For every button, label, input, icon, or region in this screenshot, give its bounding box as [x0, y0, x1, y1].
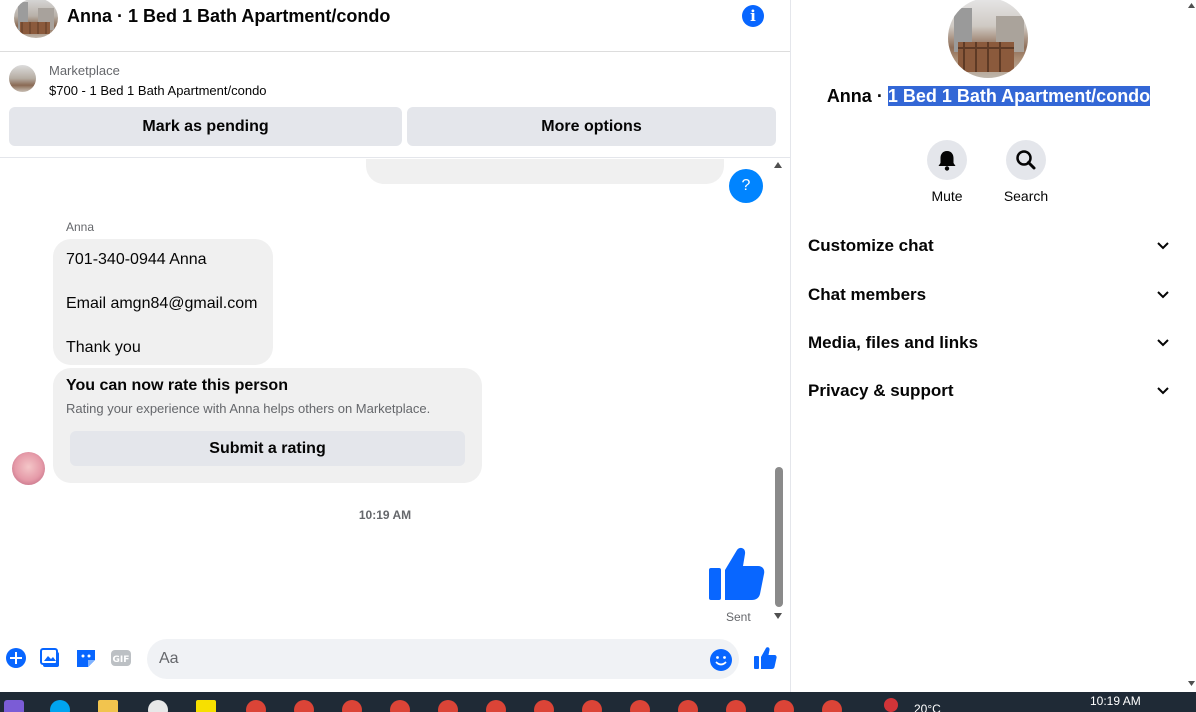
search-icon[interactable] — [1006, 140, 1046, 180]
plus-circle-icon[interactable] — [5, 647, 27, 669]
temperature-readout[interactable]: 20°C — [914, 702, 941, 712]
section-customize-chat[interactable]: Customize chat — [808, 236, 1170, 266]
message-line: Thank you — [66, 339, 141, 356]
info-scrollbar[interactable] — [1186, 0, 1196, 692]
chrome-icon[interactable] — [726, 700, 746, 712]
composer-bar: GIF — [0, 628, 790, 692]
contact-avatar[interactable] — [14, 0, 58, 38]
chrome-icon[interactable] — [822, 700, 842, 712]
scrollbar-thumb[interactable] — [775, 467, 783, 607]
section-privacy-support[interactable]: Privacy & support — [808, 381, 1170, 411]
weather-alert-icon[interactable] — [884, 698, 898, 712]
photo-icon[interactable] — [40, 647, 62, 669]
chat-pane: Anna · 1 Bed 1 Bath Apartment/condo i Ma… — [0, 0, 790, 692]
search-label: Search — [1003, 188, 1049, 204]
chrome-icon[interactable] — [630, 700, 650, 712]
chrome-icon[interactable] — [678, 700, 698, 712]
profile-name-selected[interactable]: 1 Bed 1 Bath Apartment/condo — [887, 86, 1151, 106]
message-line: Email amgn84@gmail.com — [66, 295, 258, 312]
chevron-down-icon — [1157, 242, 1169, 250]
profile-name: Anna · 1 Bed 1 Bath Apartment/condo — [791, 86, 1186, 107]
gif-icon[interactable]: GIF — [110, 647, 132, 669]
mute-action[interactable]: Mute — [917, 140, 977, 204]
more-options-button[interactable]: More options — [407, 107, 776, 146]
info-icon[interactable]: i — [742, 5, 764, 27]
chrome-icon[interactable] — [486, 700, 506, 712]
profile-name-prefix: Anna · — [826, 86, 888, 106]
chrome-icon[interactable] — [246, 700, 266, 712]
message-input[interactable] — [147, 639, 739, 679]
chrome-icon[interactable] — [342, 700, 362, 712]
section-label: Privacy & support — [808, 381, 954, 400]
scroll-down-arrow-icon[interactable] — [774, 613, 782, 619]
chevron-down-icon — [1157, 291, 1169, 299]
chevron-down-icon — [1157, 387, 1169, 395]
submit-rating-button[interactable]: Submit a rating — [70, 431, 465, 466]
chrome-icon[interactable] — [534, 700, 554, 712]
unknown-avatar: ? — [729, 169, 763, 203]
message-timestamp: 10:19 AM — [358, 508, 412, 522]
svg-text:GIF: GIF — [113, 655, 130, 665]
skype-icon[interactable] — [50, 700, 70, 712]
windows-taskbar: 20°C 10:19 AM — [0, 692, 1196, 712]
listing-title[interactable]: $700 - 1 Bed 1 Bath Apartment/condo — [49, 83, 267, 98]
chrome-icon[interactable] — [438, 700, 458, 712]
file-explorer-icon[interactable] — [98, 700, 118, 712]
scroll-up-arrow-icon[interactable] — [774, 162, 782, 168]
message-bubble[interactable]: 701-340-0944 Anna Email amgn84@gmail.com… — [53, 239, 273, 365]
sticker-icon[interactable] — [75, 647, 97, 669]
chrome-icon[interactable] — [390, 700, 410, 712]
search-action[interactable]: Search — [996, 140, 1056, 204]
mute-label: Mute — [931, 188, 963, 204]
sent-status: Sent — [726, 610, 751, 624]
marketplace-label: Marketplace — [49, 63, 120, 78]
like-button-icon[interactable] — [753, 646, 777, 670]
section-media-files-links[interactable]: Media, files and links — [808, 333, 1170, 363]
message-list: ? Anna 701-340-0944 Anna Email amgn84@gm… — [0, 159, 790, 627]
section-label: Media, files and links — [808, 333, 979, 352]
rating-subtitle: Rating your experience with Anna helps o… — [66, 401, 431, 416]
section-chat-members[interactable]: Chat members — [808, 285, 1170, 315]
rating-title: You can now rate this person — [66, 377, 288, 394]
chat-title[interactable]: Anna · 1 Bed 1 Bath Apartment/condo — [67, 6, 390, 27]
section-label: Chat members — [808, 285, 927, 304]
copilot-icon[interactable] — [4, 700, 24, 712]
previous-message-bubble — [366, 159, 724, 184]
thumbs-up-icon — [709, 547, 765, 600]
message-scrollbar[interactable] — [771, 159, 787, 627]
mark-as-pending-button[interactable]: Mark as pending — [9, 107, 402, 146]
chevron-down-icon — [1157, 339, 1169, 347]
chrome-icon[interactable] — [774, 700, 794, 712]
conversation-info-panel: Anna · 1 Bed 1 Bath Apartment/condo Mute… — [790, 0, 1196, 692]
chat-header: Anna · 1 Bed 1 Bath Apartment/condo i — [0, 0, 790, 52]
taskbar-clock[interactable]: 10:19 AM — [1090, 694, 1141, 708]
sender-avatar[interactable] — [12, 452, 45, 485]
paint-icon[interactable] — [148, 700, 168, 712]
chrome-icon[interactable] — [294, 700, 314, 712]
message-line: 701-340-0944 Anna — [66, 251, 207, 268]
listing-thumbnail[interactable] — [9, 65, 36, 92]
chrome-icon[interactable] — [582, 700, 602, 712]
sticky-notes-icon[interactable] — [196, 700, 216, 712]
emoji-icon[interactable] — [709, 648, 733, 672]
sender-name: Anna — [66, 220, 95, 234]
profile-avatar[interactable] — [948, 0, 1028, 78]
rating-card: You can now rate this person Rating your… — [53, 368, 482, 483]
section-label: Customize chat — [808, 236, 934, 255]
marketplace-banner: Marketplace $700 - 1 Bed 1 Bath Apartmen… — [0, 53, 790, 158]
bell-icon[interactable] — [927, 140, 967, 180]
